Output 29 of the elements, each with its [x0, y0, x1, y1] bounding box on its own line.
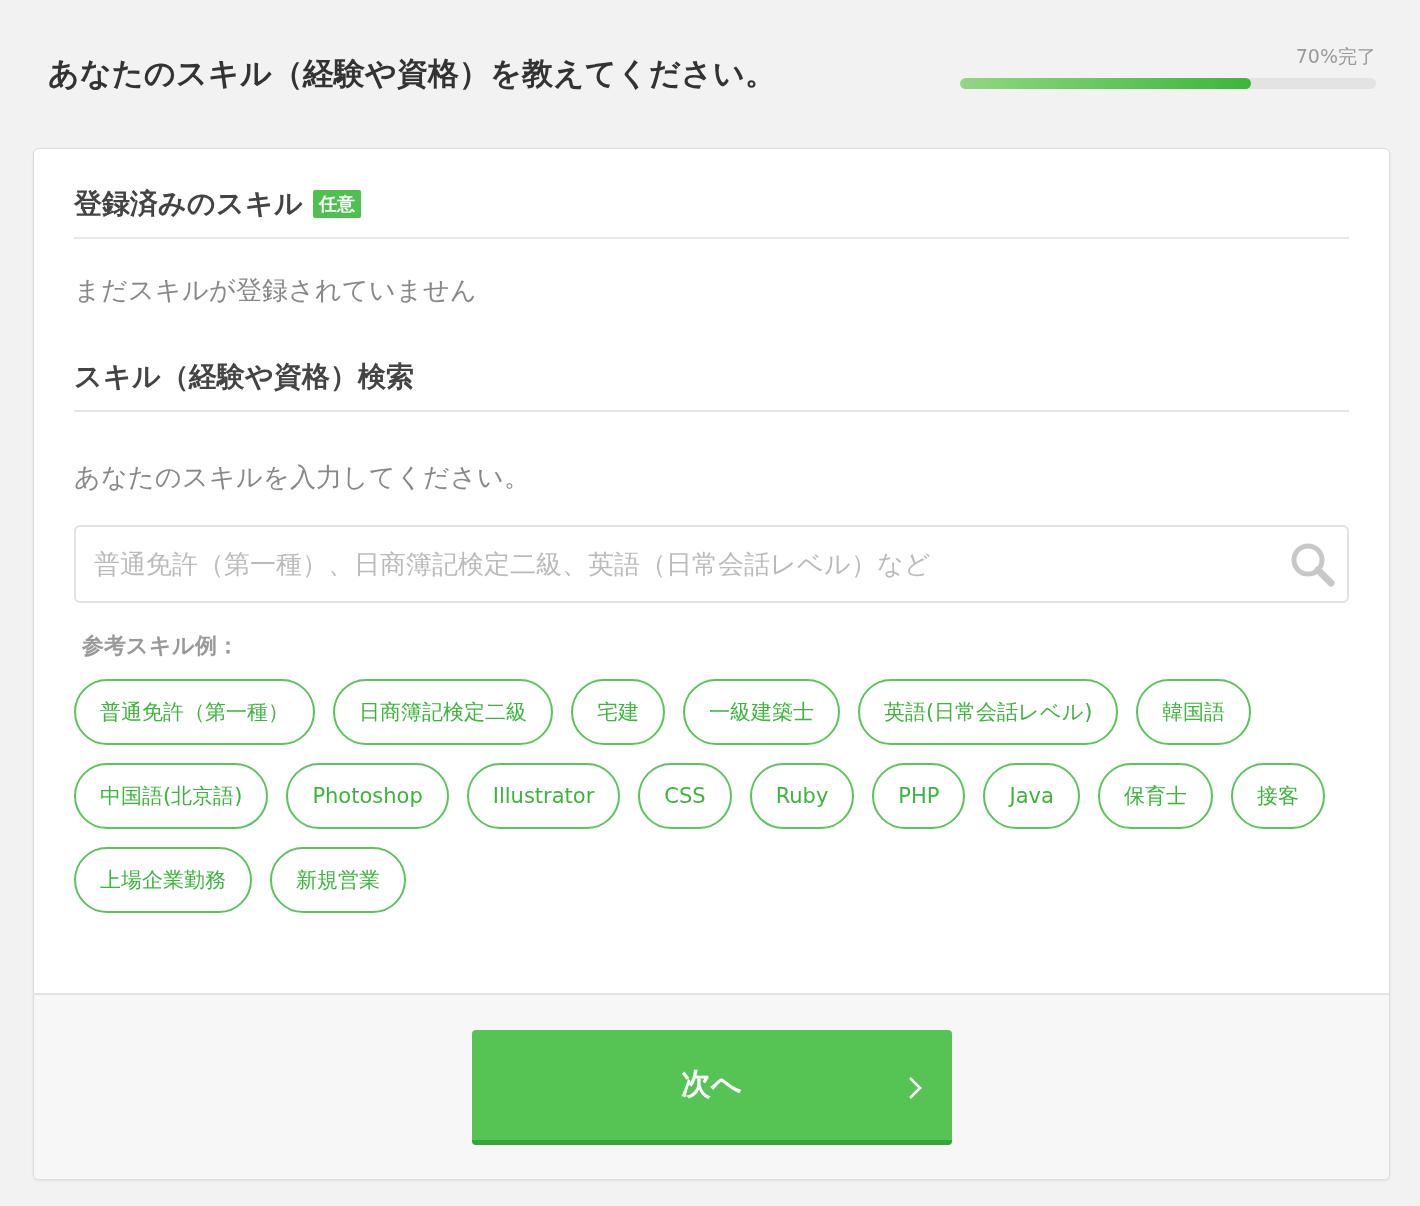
optional-badge: 任意	[313, 190, 361, 218]
skill-chip[interactable]: Photoshop	[286, 763, 449, 829]
skill-chip[interactable]: 宅建	[571, 679, 665, 745]
skill-chip[interactable]: 韓国語	[1136, 679, 1252, 745]
skill-chip[interactable]: CSS	[638, 763, 732, 829]
next-button[interactable]: 次へ	[471, 1029, 952, 1145]
skill-chip[interactable]: PHP	[872, 763, 966, 829]
skill-chip[interactable]: Ruby	[749, 763, 855, 829]
progress-label: 70%完了	[1295, 43, 1376, 69]
skill-chip[interactable]: 上場企業勤務	[74, 847, 252, 913]
skill-chip[interactable]: 一級建築士	[683, 679, 840, 745]
search-icon[interactable]	[1289, 541, 1335, 587]
skill-chip[interactable]: 保育士	[1097, 763, 1213, 829]
search-prompt: あなたのスキルを入力してください。	[74, 461, 531, 494]
examples-label: 参考スキル例：	[82, 632, 240, 660]
empty-message: まだスキルが登録されていません	[74, 274, 478, 307]
skill-chip[interactable]: 英語(日常会話レベル)	[858, 679, 1119, 745]
page-title: あなたのスキル（経験や資格）を教えてください。	[48, 54, 776, 93]
skill-chip[interactable]: 普通免許（第一種）	[74, 679, 315, 745]
skill-chip[interactable]: 新規営業	[270, 847, 406, 913]
section-heading: スキル（経験や資格）検索	[74, 359, 414, 395]
chevron-icon	[907, 1075, 922, 1100]
skill-chip[interactable]: 接客	[1230, 763, 1325, 829]
skill-chip[interactable]: 中国語(北京語)	[74, 763, 269, 829]
skill-chip[interactable]: Illustrator	[466, 763, 621, 829]
search-field[interactable]: 普通免許（第一種）、日商簿記検定二級、英語（日常会話レベル）など	[74, 525, 1349, 603]
skill-chip[interactable]: 日商簿記検定二級	[333, 679, 553, 745]
skill-chip[interactable]: Java	[983, 763, 1080, 829]
section-heading: 登録済みのスキル	[74, 186, 303, 222]
